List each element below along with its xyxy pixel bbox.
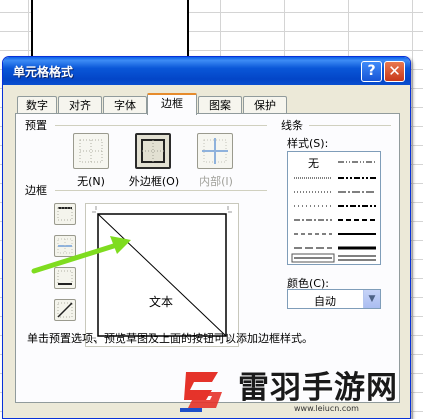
border-top-button[interactable] [54, 203, 76, 225]
preset-inside-button[interactable] [197, 133, 233, 169]
dialog-titlebar: 单元格格式 ? ✕ [3, 57, 410, 85]
border-diagonal-up-icon [57, 302, 73, 318]
preset-outline-button[interactable] [135, 133, 171, 169]
preset-inside-label: 内部(I) [199, 175, 233, 188]
border-preview-drawing [92, 206, 232, 344]
line-style-label: 样式(S): [287, 137, 329, 150]
border-preview[interactable] [85, 203, 239, 347]
tab-border[interactable]: 边框 [147, 93, 197, 115]
line-style-swatches [291, 161, 376, 263]
line-color-value: 自动 [314, 295, 336, 308]
tab-font[interactable]: 字体 [103, 96, 147, 114]
watermark-url: www.leiucn.com [294, 404, 359, 413]
presets-group-label: 预置 [25, 119, 47, 132]
border-inside-horizontal-button[interactable] [54, 235, 76, 257]
watermark-logo-icon [180, 372, 222, 412]
tab-number[interactable]: 数字 [17, 96, 57, 114]
border-group-label: 边框 [25, 184, 47, 197]
border-top-icon [57, 207, 73, 221]
line-color-select[interactable]: 自动 ▼ [287, 289, 381, 309]
close-button[interactable]: ✕ [384, 61, 405, 82]
dialog-title: 单元格格式 [13, 65, 74, 79]
border-hint-text: 单击预置选项、预览草图及上面的按钮可以添加边框样式。 [27, 332, 313, 345]
border-inside-horizontal-icon [57, 238, 73, 254]
border-bottom-icon [57, 270, 73, 285]
tab-protection[interactable]: 保护 [243, 96, 287, 114]
border-diagonal-up-button[interactable] [54, 299, 76, 321]
preset-inside-icon [202, 138, 228, 164]
preset-none-icon [79, 139, 103, 163]
preset-outline-icon [141, 139, 165, 163]
preset-none-label: 无(N) [77, 175, 105, 188]
selected-cell[interactable] [31, 0, 189, 58]
preview-sample-text: 文本 [149, 295, 174, 309]
line-group-label: 线条 [281, 119, 303, 132]
presets-divider [55, 125, 267, 126]
preset-outline-label: 外边框(O) [128, 175, 180, 188]
help-button[interactable]: ? [361, 61, 382, 82]
tab-alignment[interactable]: 对齐 [58, 96, 102, 114]
line-style-none[interactable]: 无 [308, 155, 319, 171]
preset-none-button[interactable] [73, 133, 109, 169]
line-style-list[interactable] [287, 151, 381, 265]
watermark-site-name: 雷羽手游网 [238, 370, 398, 406]
border-divider [55, 190, 267, 191]
border-bottom-button[interactable] [54, 267, 76, 289]
chevron-down-icon[interactable]: ▼ [363, 290, 380, 308]
tab-patterns[interactable]: 图案 [198, 96, 242, 114]
line-divider [309, 125, 391, 126]
